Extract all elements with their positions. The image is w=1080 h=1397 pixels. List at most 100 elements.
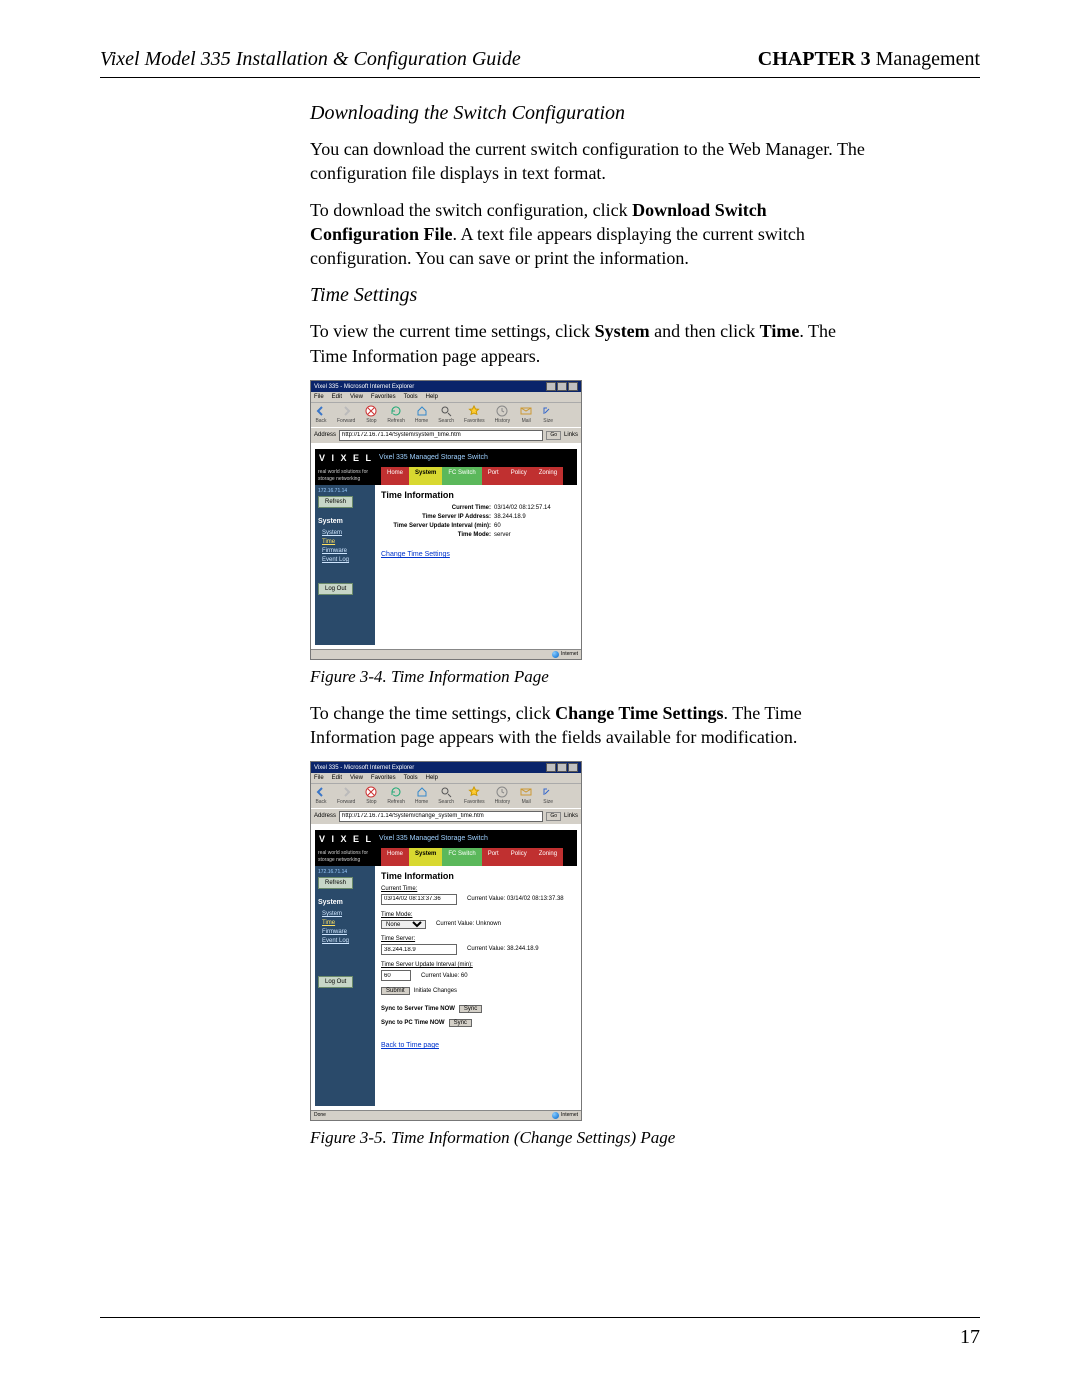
tab-system[interactable]: System [409, 848, 442, 866]
refresh-button[interactable]: Refresh [318, 877, 353, 889]
banner-tagline: real world solutions for storage network… [315, 467, 381, 485]
size-button[interactable]: Size [542, 786, 554, 806]
kv-interval: Time Server Update Interval (min):60 [381, 522, 571, 530]
history-button[interactable]: History [495, 405, 511, 425]
tab-policy[interactable]: Policy [505, 848, 533, 866]
home-button[interactable]: Home [415, 405, 428, 425]
menu-favorites[interactable]: Favorites [371, 393, 396, 401]
menu-favorites[interactable]: Favorites [371, 774, 396, 782]
sidebar-item-system[interactable]: System [322, 910, 372, 918]
statusbar: Done Internet [311, 1110, 581, 1120]
address-input[interactable] [339, 811, 543, 822]
menu-tools[interactable]: Tools [404, 393, 418, 401]
search-button[interactable]: Search [438, 405, 454, 425]
go-button[interactable]: Go [546, 812, 561, 821]
sidebar-item-time[interactable]: Time [322, 919, 372, 927]
change-time-link[interactable]: Change Time Settings [381, 550, 450, 559]
logout-button[interactable]: Log Out [318, 976, 353, 988]
home-button[interactable]: Home [415, 786, 428, 806]
maximize-icon[interactable] [557, 382, 567, 391]
sidebar-item-firmware[interactable]: Firmware [322, 547, 372, 555]
menu-view[interactable]: View [350, 393, 363, 401]
window-buttons [546, 763, 578, 772]
sync-pc-button[interactable]: Sync [449, 1019, 472, 1027]
history-button[interactable]: History [495, 786, 511, 806]
refresh-button[interactable]: Refresh [387, 405, 405, 425]
favorites-button[interactable]: Favorites [464, 405, 485, 425]
tab-port[interactable]: Port [482, 467, 505, 485]
time-mode-select[interactable]: None [381, 920, 426, 929]
time-server-input[interactable] [381, 944, 457, 955]
submit-button[interactable]: Submit [381, 987, 410, 995]
nav-tabs: Home System FC Switch Port Policy Zoning [381, 467, 577, 485]
mail-button[interactable]: Mail [520, 405, 532, 425]
menu-file[interactable]: File [314, 393, 324, 401]
paragraph: To change the time settings, click Chang… [310, 701, 870, 750]
address-label: Address [314, 812, 336, 820]
sidebar-item-firmware[interactable]: Firmware [322, 928, 372, 936]
close-icon[interactable] [568, 763, 578, 772]
menu-view[interactable]: View [350, 774, 363, 782]
refresh-button[interactable]: Refresh [318, 496, 353, 508]
maximize-icon[interactable] [557, 763, 567, 772]
tab-zoning[interactable]: Zoning [533, 848, 563, 866]
body-row: 172.16.71.14 Refresh System System Time … [315, 485, 577, 645]
minimize-icon[interactable] [546, 382, 556, 391]
sidebar-item-time[interactable]: Time [322, 538, 372, 546]
tab-zoning[interactable]: Zoning [533, 467, 563, 485]
back-link[interactable]: Back to Time page [381, 1041, 439, 1050]
back-button[interactable]: Back [315, 786, 327, 806]
size-button[interactable]: Size [542, 405, 554, 425]
links-label[interactable]: Links [564, 431, 578, 439]
stop-button[interactable]: Stop [365, 405, 377, 425]
menu-help[interactable]: Help [426, 774, 438, 782]
ui-ref: Change Time Settings [555, 703, 723, 723]
tab-port[interactable]: Port [482, 848, 505, 866]
toolbar: Back Forward Stop Refresh Home Search Fa… [311, 784, 581, 808]
refresh-button[interactable]: Refresh [387, 786, 405, 806]
section-heading: Time Settings [310, 282, 870, 309]
tab-policy[interactable]: Policy [505, 467, 533, 485]
minimize-icon[interactable] [546, 763, 556, 772]
links-label[interactable]: Links [564, 812, 578, 820]
menu-edit[interactable]: Edit [332, 774, 342, 782]
sync-pc-row: Sync to PC Time NOW Sync [381, 1019, 571, 1027]
forward-button[interactable]: Forward [337, 786, 355, 806]
home-icon [416, 405, 428, 417]
page-canvas: V I X E L Vixel 335 Managed Storage Swit… [311, 824, 581, 1106]
ui-ref: System [595, 321, 650, 341]
tab-system[interactable]: System [409, 467, 442, 485]
mail-button[interactable]: Mail [520, 786, 532, 806]
tab-home[interactable]: Home [381, 467, 409, 485]
sync-server-button[interactable]: Sync [459, 1005, 482, 1013]
menu-help[interactable]: Help [426, 393, 438, 401]
sidebar-item-eventlog[interactable]: Event Log [322, 937, 372, 945]
sidebar: 172.16.71.14 Refresh System System Time … [315, 866, 375, 1106]
sidebar-item-system[interactable]: System [322, 529, 372, 537]
panel-title: Time Information [381, 870, 571, 882]
history-icon [496, 786, 508, 798]
menu-tools[interactable]: Tools [404, 774, 418, 782]
current-time-input[interactable] [381, 894, 457, 905]
back-icon [315, 405, 327, 417]
tab-home[interactable]: Home [381, 848, 409, 866]
interval-input[interactable] [381, 970, 411, 981]
menu-edit[interactable]: Edit [332, 393, 342, 401]
address-input[interactable] [339, 430, 543, 441]
status-zone: Internet [561, 1112, 578, 1119]
back-button[interactable]: Back [315, 405, 327, 425]
sidebar-item-eventlog[interactable]: Event Log [322, 556, 372, 564]
menu-file[interactable]: File [314, 774, 324, 782]
tab-fcswitch[interactable]: FC Switch [442, 467, 481, 485]
home-icon [416, 786, 428, 798]
tabs-row: real world solutions for storage network… [315, 467, 577, 485]
favorites-button[interactable]: Favorites [464, 786, 485, 806]
stop-button[interactable]: Stop [365, 786, 377, 806]
favorites-icon [468, 405, 480, 417]
forward-button[interactable]: Forward [337, 405, 355, 425]
go-button[interactable]: Go [546, 431, 561, 440]
logout-button[interactable]: Log Out [318, 583, 353, 595]
tab-fcswitch[interactable]: FC Switch [442, 848, 481, 866]
search-button[interactable]: Search [438, 786, 454, 806]
close-icon[interactable] [568, 382, 578, 391]
